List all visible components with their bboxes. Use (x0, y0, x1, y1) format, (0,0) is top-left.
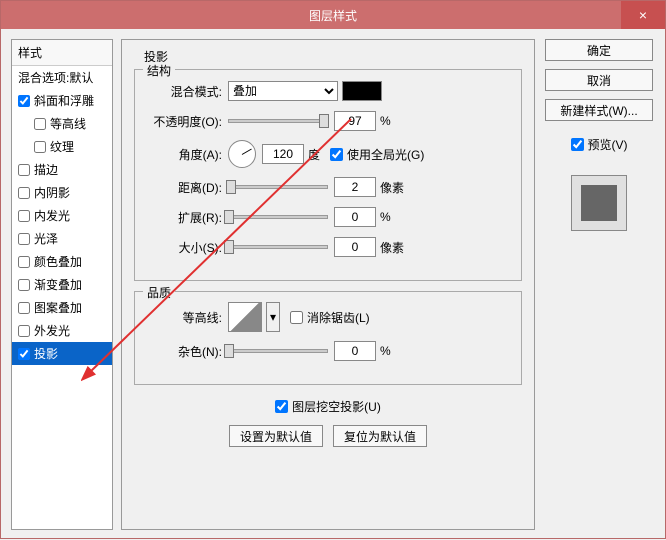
sidebar-item-label: 斜面和浮雕 (34, 92, 94, 109)
quality-group: 品质 等高线: ▾ 消除锯齿(L) 杂色(N): % (134, 291, 522, 385)
distance-label: 距离(D): (147, 179, 222, 196)
sidebar-item-label: 投影 (34, 345, 58, 362)
blend-mode-label: 混合模式: (147, 83, 222, 100)
titlebar[interactable]: 图层样式 × (1, 1, 665, 29)
angle-input[interactable] (262, 144, 304, 164)
layer-style-dialog: 图层样式 × 样式 混合选项:默认 斜面和浮雕等高线纹理描边内阴影内发光光泽颜色… (0, 0, 666, 539)
sidebar-item-6[interactable]: 光泽 (12, 227, 112, 250)
contour-picker[interactable] (228, 302, 262, 332)
sidebar-item-label: 外发光 (34, 322, 70, 339)
chevron-down-icon[interactable]: ▾ (266, 302, 280, 332)
main-panel: 投影 结构 混合模式: 叠加 不透明度(O): % 角度(A): (121, 39, 535, 530)
global-light-checkbox[interactable] (330, 148, 343, 161)
sidebar-checkbox-5[interactable] (18, 210, 30, 222)
styles-sidebar: 样式 混合选项:默认 斜面和浮雕等高线纹理描边内阴影内发光光泽颜色叠加渐变叠加图… (11, 39, 113, 530)
spread-unit: % (380, 210, 391, 224)
effect-title: 投影 (144, 48, 522, 65)
opacity-unit: % (380, 114, 391, 128)
cancel-button[interactable]: 取消 (545, 69, 653, 91)
preview-checkbox[interactable] (571, 138, 584, 151)
sidebar-checkbox-0[interactable] (18, 95, 30, 107)
sidebar-item-label: 等高线 (50, 115, 86, 132)
sidebar-checkbox-11[interactable] (18, 348, 30, 360)
sidebar-item-label: 内阴影 (34, 184, 70, 201)
sidebar-checkbox-9[interactable] (18, 302, 30, 314)
right-panel: 确定 取消 新建样式(W)... 预览(V) (543, 39, 655, 530)
knockout-label: 图层挖空投影(U) (292, 398, 381, 415)
sidebar-item-5[interactable]: 内发光 (12, 204, 112, 227)
sidebar-item-3[interactable]: 描边 (12, 158, 112, 181)
spread-slider[interactable] (228, 215, 328, 219)
preview-box (571, 175, 627, 231)
sidebar-checkbox-10[interactable] (18, 325, 30, 337)
antialias-checkbox[interactable] (290, 311, 303, 324)
structure-group: 结构 混合模式: 叠加 不透明度(O): % 角度(A): 度 (134, 69, 522, 281)
sidebar-checkbox-6[interactable] (18, 233, 30, 245)
size-unit: 像素 (380, 239, 404, 256)
noise-unit: % (380, 344, 391, 358)
size-input[interactable] (334, 237, 376, 257)
contour-label: 等高线: (147, 309, 222, 326)
angle-dial[interactable] (228, 140, 256, 168)
size-label: 大小(S): (147, 239, 222, 256)
structure-title: 结构 (143, 62, 175, 79)
size-slider[interactable] (228, 245, 328, 249)
sidebar-item-label: 光泽 (34, 230, 58, 247)
angle-label: 角度(A): (147, 146, 222, 163)
opacity-slider[interactable] (228, 119, 328, 123)
sidebar-item-7[interactable]: 颜色叠加 (12, 250, 112, 273)
reset-default-button[interactable]: 复位为默认值 (333, 425, 427, 447)
distance-slider[interactable] (228, 185, 328, 189)
noise-label: 杂色(N): (147, 343, 222, 360)
opacity-label: 不透明度(O): (147, 113, 222, 130)
sidebar-checkbox-7[interactable] (18, 256, 30, 268)
sidebar-item-4[interactable]: 内阴影 (12, 181, 112, 204)
noise-input[interactable] (334, 341, 376, 361)
sidebar-header: 样式 (12, 40, 112, 66)
sidebar-checkbox-1[interactable] (34, 118, 46, 130)
sidebar-item-label: 纹理 (50, 138, 74, 155)
spread-input[interactable] (334, 207, 376, 227)
global-light-label: 使用全局光(G) (347, 146, 424, 163)
sidebar-item-label: 颜色叠加 (34, 253, 82, 270)
close-button[interactable]: × (621, 1, 665, 29)
window-title: 图层样式 (309, 7, 357, 24)
angle-unit: 度 (308, 146, 320, 163)
sidebar-checkbox-3[interactable] (18, 164, 30, 176)
sidebar-item-2[interactable]: 纹理 (12, 135, 112, 158)
preview-swatch (581, 185, 617, 221)
sidebar-item-11[interactable]: 投影 (12, 342, 112, 365)
sidebar-item-8[interactable]: 渐变叠加 (12, 273, 112, 296)
blend-mode-select[interactable]: 叠加 (228, 81, 338, 101)
spread-label: 扩展(R): (147, 209, 222, 226)
new-style-button[interactable]: 新建样式(W)... (545, 99, 653, 121)
ok-button[interactable]: 确定 (545, 39, 653, 61)
sidebar-item-label: 渐变叠加 (34, 276, 82, 293)
shadow-color-swatch[interactable] (342, 81, 382, 101)
noise-slider[interactable] (228, 349, 328, 353)
knockout-checkbox[interactable] (275, 400, 288, 413)
sidebar-item-label: 内发光 (34, 207, 70, 224)
sidebar-item-label: 图案叠加 (34, 299, 82, 316)
distance-input[interactable] (334, 177, 376, 197)
sidebar-item-label: 描边 (34, 161, 58, 178)
sidebar-checkbox-2[interactable] (34, 141, 46, 153)
sidebar-checkbox-8[interactable] (18, 279, 30, 291)
opacity-input[interactable] (334, 111, 376, 131)
quality-title: 品质 (143, 284, 175, 301)
distance-unit: 像素 (380, 179, 404, 196)
sidebar-blend-defaults[interactable]: 混合选项:默认 (12, 66, 112, 89)
set-default-button[interactable]: 设置为默认值 (229, 425, 323, 447)
sidebar-item-10[interactable]: 外发光 (12, 319, 112, 342)
sidebar-checkbox-4[interactable] (18, 187, 30, 199)
sidebar-item-9[interactable]: 图案叠加 (12, 296, 112, 319)
preview-label: 预览(V) (588, 136, 628, 153)
antialias-label: 消除锯齿(L) (307, 309, 370, 326)
sidebar-item-0[interactable]: 斜面和浮雕 (12, 89, 112, 112)
sidebar-item-1[interactable]: 等高线 (12, 112, 112, 135)
